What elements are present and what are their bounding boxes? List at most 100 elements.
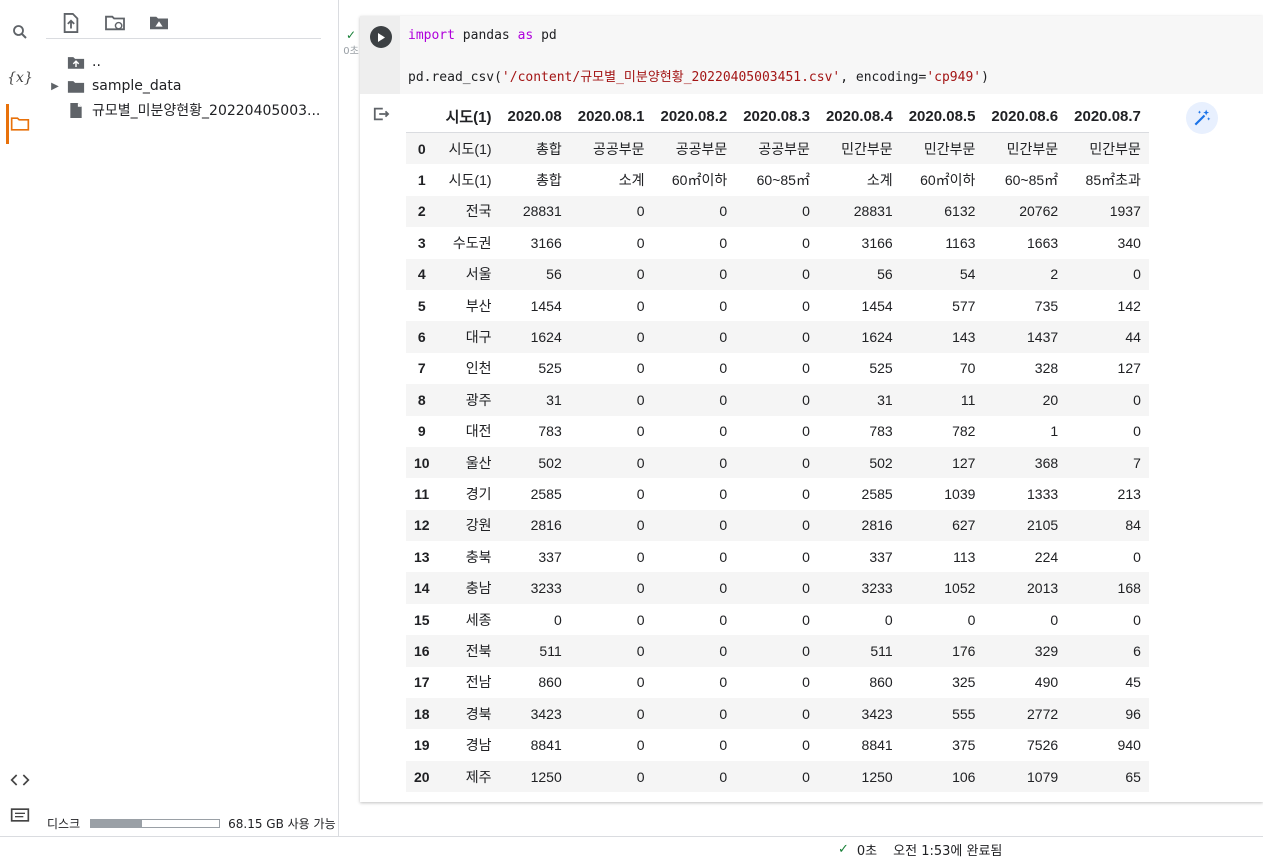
table-cell: 부산 bbox=[465, 297, 492, 314]
table-cell: 인천 bbox=[465, 360, 492, 377]
table-row: 1 시도(1) 총합 소계 60㎡이하 60~85㎡ 소계 60㎡이하 60~85㎡ 85㎡초과 bbox=[406, 164, 1149, 195]
table-cell: 수도권 bbox=[452, 234, 492, 251]
table-cell: 민간부문 bbox=[923, 140, 976, 157]
search-icon[interactable] bbox=[8, 20, 32, 44]
table-cell: 0 bbox=[719, 611, 728, 628]
table-cell: 소계 bbox=[866, 172, 893, 189]
table-cell: 60~85㎡ bbox=[1004, 172, 1059, 189]
table-cell: 54 bbox=[959, 266, 976, 283]
table-cell: 총합 bbox=[535, 140, 562, 157]
table-cell: 555 bbox=[952, 705, 976, 722]
table-row: 3 수도권 3166 0 0 0 3166 1163 1663 340 bbox=[406, 227, 1149, 258]
table-cell: 525 bbox=[869, 360, 893, 377]
run-cell-button[interactable] bbox=[370, 26, 392, 48]
table-cell: 490 bbox=[1034, 674, 1059, 691]
upload-icon[interactable] bbox=[58, 10, 84, 36]
table-cell: 0 bbox=[719, 423, 728, 440]
table-cell: 337 bbox=[869, 548, 893, 565]
variables-icon[interactable]: {x} bbox=[7, 66, 33, 90]
output-options-icon[interactable] bbox=[372, 106, 390, 126]
table-cell: 142 bbox=[1117, 297, 1141, 314]
check-icon: ✓ bbox=[838, 842, 849, 857]
code-editor[interactable]: import pandas as pd pd.read_csv('/conten… bbox=[400, 16, 1263, 94]
table-cell: 0 bbox=[802, 266, 810, 283]
table-cell: 3423 bbox=[861, 705, 893, 722]
table-cell: 1250 bbox=[530, 768, 562, 785]
table-cell: 2013 bbox=[1027, 580, 1059, 597]
table-cell: 0 bbox=[802, 329, 810, 346]
tree-item-sample-data[interactable]: ▶ sample_data bbox=[46, 75, 181, 97]
tree-item-label: sample_data bbox=[92, 78, 182, 94]
table-cell: 3233 bbox=[530, 580, 562, 597]
folder-icon bbox=[64, 79, 88, 94]
table-cell: 충남 bbox=[465, 580, 492, 597]
table-cell: 28831 bbox=[522, 203, 562, 220]
table-row: 15 세종 0 0 0 0 0 0 0 0 bbox=[406, 604, 1149, 635]
table-cell: 전남 bbox=[465, 674, 492, 691]
table-cell: 3166 bbox=[530, 234, 562, 251]
folder-icon[interactable] bbox=[6, 104, 32, 144]
table-cell: 2772 bbox=[1027, 705, 1059, 722]
status-bar: ✓ 0초 오전 1:53에 완료됨 bbox=[0, 836, 1263, 861]
table-cell: 0 bbox=[636, 266, 645, 283]
tree-item-label: 규모별_미분양현황_20220405003... bbox=[92, 103, 321, 119]
table-cell: 6 bbox=[1133, 642, 1141, 659]
caret-right-icon[interactable]: ▶ bbox=[46, 81, 64, 92]
file-icon bbox=[64, 102, 88, 119]
code-snippets-icon[interactable] bbox=[8, 768, 32, 792]
table-cell: 0 bbox=[802, 517, 810, 534]
table-cell: 0 bbox=[802, 360, 810, 377]
code-cell[interactable]: import pandas as pd pd.read_csv('/conten… bbox=[360, 16, 1263, 802]
row-index: 9 bbox=[417, 423, 426, 440]
row-index: 15 bbox=[414, 611, 430, 628]
table-cell: 0 bbox=[719, 454, 728, 471]
magic-wand-button[interactable] bbox=[1186, 102, 1218, 134]
disk-usage: 디스크 68.15 GB 사용 가능 bbox=[47, 815, 336, 832]
table-cell: 경북 bbox=[465, 705, 492, 722]
table-cell: 대전 bbox=[465, 423, 492, 440]
tree-item-parent[interactable]: .. bbox=[46, 51, 101, 73]
table-row: 6 대구 1624 0 0 0 1624 143 1437 44 bbox=[406, 321, 1149, 353]
table-cell: 106 bbox=[952, 768, 976, 785]
drive-icon[interactable] bbox=[146, 10, 172, 36]
table-cell: 0 bbox=[1133, 548, 1141, 565]
code-token: as bbox=[517, 28, 534, 43]
table-cell: 328 bbox=[1034, 360, 1059, 377]
table-cell: 전국 bbox=[465, 203, 492, 220]
table-cell: 213 bbox=[1117, 485, 1141, 502]
code-line-2: pd.read_csv('/content/규모별_미분양현황_20220405… bbox=[408, 66, 989, 85]
cell-exec-status: ✓ 0초 bbox=[342, 28, 360, 57]
table-cell: 0 bbox=[719, 674, 728, 691]
table-cell: 0 bbox=[802, 737, 810, 754]
table-row: 19 경남 8841 0 0 0 8841 375 7526 940 bbox=[406, 729, 1149, 760]
code-token: 'cp949' bbox=[926, 70, 982, 85]
row-index: 3 bbox=[417, 234, 426, 251]
table-cell: 1052 bbox=[944, 580, 976, 597]
table-cell: 940 bbox=[1117, 737, 1141, 754]
terminal-icon[interactable] bbox=[8, 803, 32, 827]
table-cell: 577 bbox=[952, 297, 976, 314]
table-cell: 2105 bbox=[1027, 517, 1059, 534]
table-row: 8 광주 31 0 0 0 31 11 20 0 bbox=[406, 384, 1149, 416]
refresh-folder-icon[interactable] bbox=[102, 10, 128, 36]
table-row: 12 강원 2816 0 0 0 2816 627 2105 84 bbox=[406, 509, 1149, 542]
row-index: 20 bbox=[414, 768, 430, 785]
table-cell: 20762 bbox=[1019, 203, 1059, 220]
table-cell: 0 bbox=[1133, 266, 1141, 283]
table-cell: 0 bbox=[967, 611, 976, 628]
row-index: 8 bbox=[417, 391, 426, 408]
table-cell: 민간부문 bbox=[841, 140, 893, 157]
table-cell: 325 bbox=[952, 674, 976, 691]
table-cell: 31 bbox=[877, 391, 893, 408]
table-cell: 782 bbox=[952, 423, 976, 440]
code-token: pd bbox=[533, 28, 557, 43]
check-icon: ✓ bbox=[345, 28, 357, 42]
table-cell: 0 bbox=[636, 674, 645, 691]
table-cell: 충북 bbox=[465, 548, 492, 565]
table-cell: 31 bbox=[546, 391, 562, 408]
tree-item-csv-file[interactable]: 규모별_미분양현황_20220405003... bbox=[46, 99, 320, 121]
table-cell: 3423 bbox=[530, 705, 562, 722]
table-cell: 울산 bbox=[465, 454, 492, 471]
table-cell: 2816 bbox=[530, 517, 562, 534]
table-row: 0 시도(1) 총합 공공부문 공공부문 공공부문 민간부문 민간부문 민간부문 민간부문 bbox=[406, 132, 1149, 165]
